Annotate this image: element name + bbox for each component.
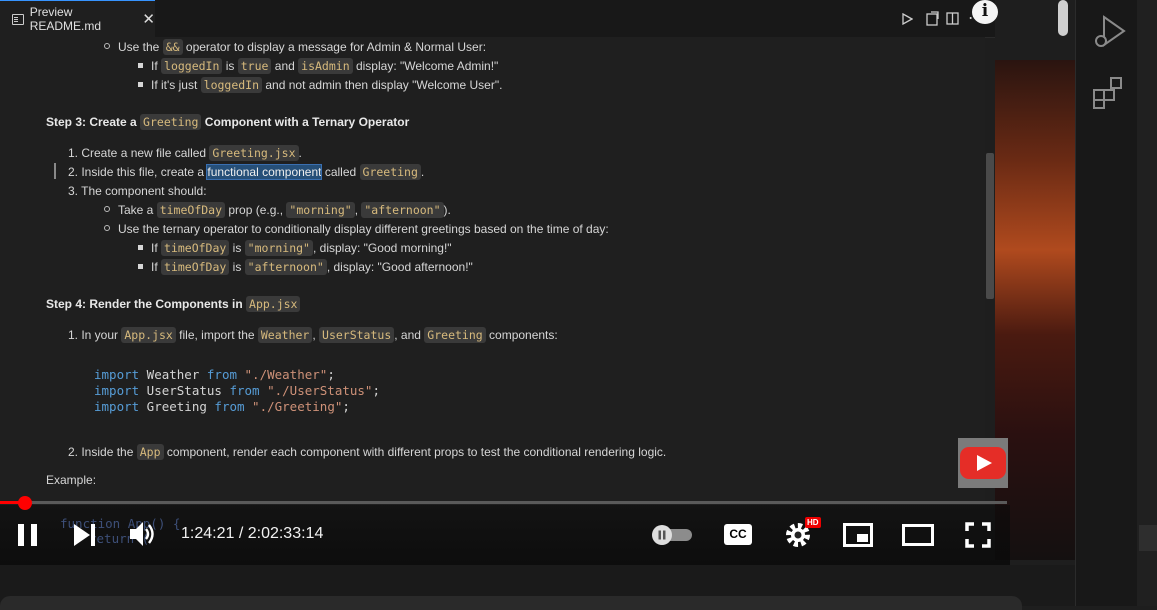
time-display: 1:24:21 / 2:02:33:14 [181,525,324,542]
step4-heading: Step 4: Render the Components in App.jsx [46,296,301,312]
list-item: If loggedIn is true and isAdmin display:… [138,58,498,74]
tab-label: Preview README.md [29,5,102,33]
bottom-panel-edge [0,596,1022,610]
code-line: import Weather from "./Weather"; [94,367,335,382]
side-panel-strip [1137,0,1157,606]
list-item: 1. Create a new file called Greeting.jsx… [68,145,302,161]
close-icon[interactable]: ✕ [142,10,155,28]
side-scroll-thumb[interactable] [1139,525,1157,551]
volume-icon[interactable] [129,521,157,547]
list-item: 1. In your App.jsx file, import the Weat… [68,327,558,343]
autoplay-toggle[interactable] [652,525,694,545]
list-item: 3. The component should: [68,184,207,198]
tab-preview-readme[interactable]: Preview README.md ✕ [0,0,155,37]
list-item: Use the ternary operator to conditionall… [104,222,609,236]
preview-icon [12,13,24,25]
run-debug-icon[interactable] [1092,14,1128,50]
editor-scrollbar[interactable] [986,153,994,299]
open-source-icon[interactable] [925,11,939,26]
page-scrollbar[interactable] [1058,0,1068,36]
list-item: Take a timeOfDay prop (e.g., "morning", … [104,202,451,218]
code-line: import Greeting from "./Greeting"; [94,399,350,414]
progress-bar[interactable] [0,501,1007,504]
list-item: Use the && operator to display a message… [104,39,486,55]
list-item: If timeOfDay is "morning", display: "Goo… [138,240,452,256]
example-label: Example: [46,473,97,487]
split-editor-icon[interactable] [946,12,959,25]
text-selection: functional component [206,164,323,180]
list-item: If it's just loggedIn and not admin then… [138,77,502,93]
fullscreen-icon[interactable] [965,522,991,548]
pause-icon[interactable] [17,523,39,547]
captions-button[interactable]: CC [724,524,752,545]
list-item: 2. Inside the App component, render each… [68,444,667,460]
run-icon[interactable] [902,13,913,25]
youtube-logo[interactable] [958,438,1008,488]
miniplayer-icon[interactable] [843,523,873,547]
progress-scrubber[interactable] [18,496,32,510]
theater-mode-icon[interactable] [902,524,934,546]
list-item: 2. Inside this file, create a functional… [68,164,425,180]
list-item: If timeOfDay is "afternoon", display: "G… [138,259,473,275]
code-line: import UserStatus from "./UserStatus"; [94,383,380,398]
info-icon[interactable]: i [972,0,998,24]
step3-heading: Step 3: Create a Greeting Component with… [46,114,410,130]
markdown-preview: Use the && operator to display a message… [0,37,985,507]
extensions-icon[interactable] [1092,76,1126,110]
editor-tab-bar: Preview README.md ✕ ⋯ [0,0,995,38]
next-icon[interactable] [73,523,97,547]
hd-badge: HD [805,517,821,528]
cursor-marker [54,163,56,179]
